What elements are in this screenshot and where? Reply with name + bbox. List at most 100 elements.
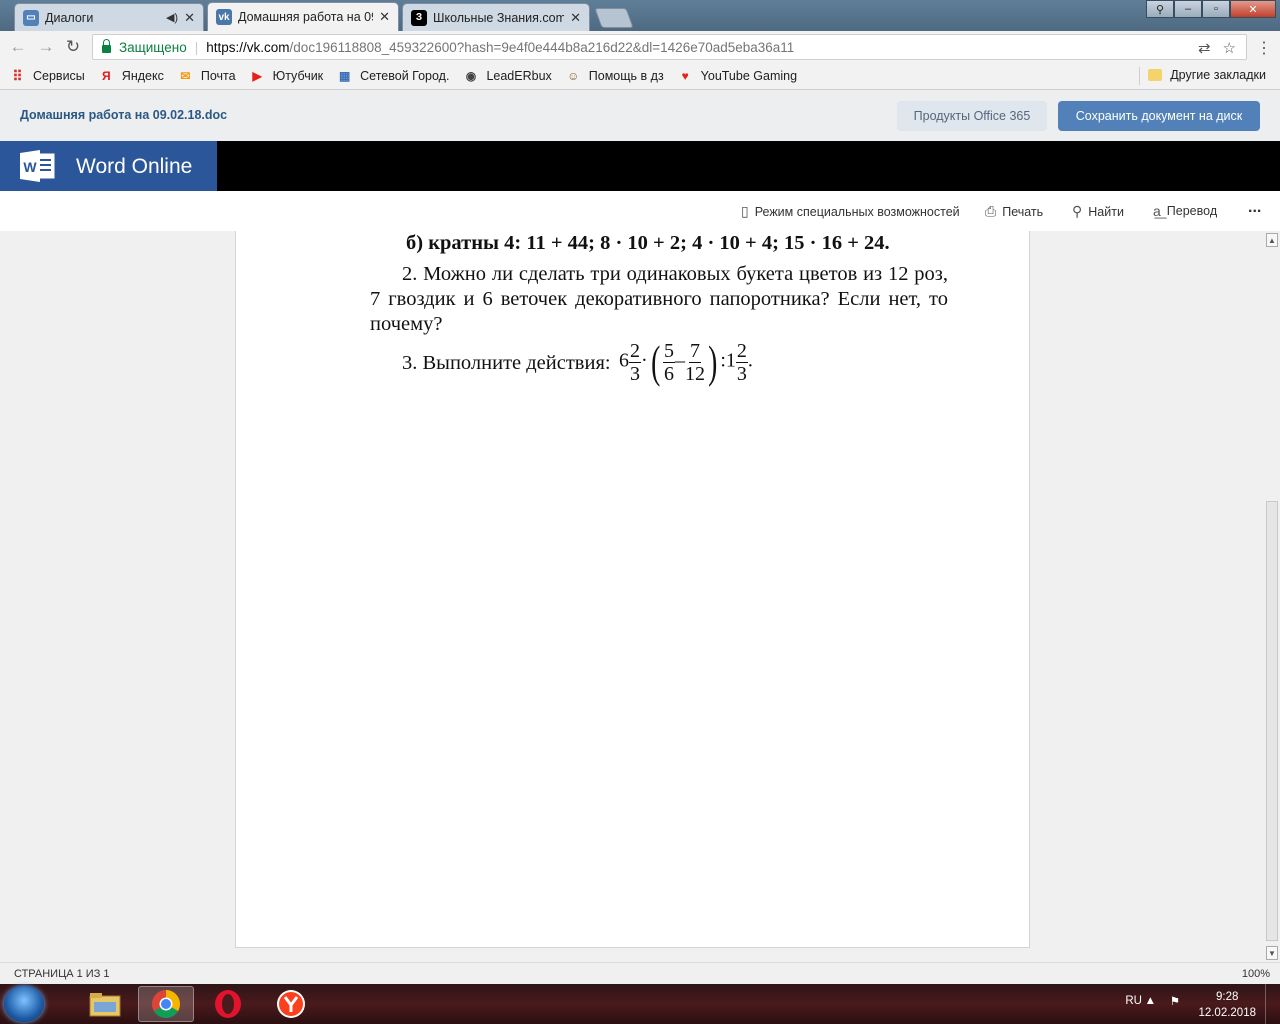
- maximize-button[interactable]: ▫: [1202, 0, 1230, 18]
- translate-page-icon[interactable]: ⇄: [1198, 39, 1211, 57]
- word-brand[interactable]: W Word Online: [0, 141, 217, 191]
- bookmark-services[interactable]: ⠿ Сервисы: [10, 68, 85, 84]
- znanija-icon: З: [411, 9, 427, 26]
- bookmark-leaderbux[interactable]: ◉ LeadERbux: [463, 69, 552, 84]
- secure-label: Защищено: [119, 39, 187, 55]
- start-button[interactable]: [4, 986, 44, 1022]
- close-window-button[interactable]: ✕: [1230, 0, 1276, 18]
- action-center-flag-icon[interactable]: ⚑: [1170, 994, 1180, 1008]
- tab-title: Домашняя работа на 09: [238, 10, 374, 24]
- command-label: Найти: [1088, 204, 1124, 219]
- print-button[interactable]: ⎙ Печать: [985, 203, 1043, 220]
- task-line-b: б) кратны 4: 11 + 44; 8 · 10 + 2; 4 · 10…: [406, 232, 890, 254]
- other-bookmarks-label: Другие закладки: [1170, 68, 1266, 82]
- formula-operator: –: [675, 349, 685, 372]
- formula-end: .: [747, 349, 753, 372]
- taskbar-explorer[interactable]: [77, 986, 133, 1022]
- taskbar-yandex-browser[interactable]: [263, 986, 319, 1022]
- save-to-disk-button[interactable]: Сохранить документ на диск: [1058, 101, 1260, 131]
- back-icon[interactable]: ←: [8, 37, 28, 57]
- windows-taskbar: RU ▲ ⚑ 9:28 12.02.2018: [0, 984, 1280, 1024]
- yandex-icon: Я: [101, 69, 111, 83]
- bookmark-mail[interactable]: ✉ Почта: [178, 69, 236, 84]
- scroll-down-arrow-icon[interactable]: ▼: [1266, 946, 1278, 960]
- reload-icon[interactable]: ↻: [63, 37, 83, 57]
- search-icon: ⚲: [1072, 203, 1083, 219]
- forward-icon[interactable]: →: [36, 37, 56, 57]
- new-tab-button[interactable]: [594, 8, 634, 28]
- chrome-icon: [152, 990, 180, 1018]
- word-status-bar: СТРАНИЦА 1 ИЗ 1 100%: [0, 962, 1280, 985]
- user-icon[interactable]: ⚲: [1146, 0, 1174, 18]
- tab-homework[interactable]: vk Домашняя работа на 09 ✕: [207, 2, 399, 31]
- word-logo-icon: W: [20, 150, 55, 182]
- chrome-menu-icon[interactable]: ⋮: [1256, 38, 1272, 58]
- command-label: Режим специальных возможностей: [754, 204, 960, 219]
- bookmark-label: Сетевой Город.: [360, 69, 450, 83]
- bookmark-help[interactable]: ☺ Помощь в дз: [566, 69, 664, 84]
- zoom-level[interactable]: 100%: [1242, 968, 1270, 980]
- office-365-button[interactable]: Продукты Office 365: [897, 101, 1047, 131]
- more-options-icon[interactable]: ...: [1248, 199, 1261, 217]
- bookmark-label: Сервисы: [33, 69, 85, 83]
- speaker-icon[interactable]: ◀): [166, 11, 178, 24]
- url-host: https://vk.com: [206, 39, 290, 55]
- other-bookmarks[interactable]: Другие закладки: [1148, 68, 1266, 82]
- tab-znanija[interactable]: З Школьные Знания.com ✕: [402, 3, 590, 31]
- bookmark-star-icon[interactable]: ☆: [1223, 39, 1236, 57]
- folder-icon: [1148, 69, 1163, 81]
- tray-arrow-icon[interactable]: ▲: [1145, 995, 1156, 1007]
- translate-button[interactable]: a͟ Перевод: [1153, 203, 1217, 219]
- formula-term: 6: [619, 349, 629, 372]
- fraction: 7 12: [685, 340, 705, 385]
- language-indicator[interactable]: RU: [1125, 995, 1142, 1007]
- bookmark-yandex[interactable]: Я Яндекс: [99, 69, 164, 84]
- folder-icon: [89, 993, 121, 1017]
- clock-time: 9:28: [1216, 991, 1239, 1003]
- scroll-thumb[interactable]: [1266, 501, 1278, 941]
- youtube-gaming-icon: ♥: [681, 69, 689, 83]
- bookmark-label: Помощь в дз: [588, 69, 664, 83]
- document-page: б) кратны 4: 11 + 44; 8 · 10 + 2; 4 · 10…: [235, 231, 1030, 948]
- tab-title: Диалоги: [45, 10, 94, 25]
- address-bar[interactable]: Защищено | https://vk.com/doc196118808_4…: [92, 34, 1247, 60]
- minimize-button[interactable]: –: [1174, 0, 1202, 18]
- close-icon[interactable]: ✕: [570, 10, 581, 26]
- formula-operator: ·: [641, 349, 648, 372]
- numerator: 5: [663, 339, 675, 363]
- scroll-up-arrow-icon[interactable]: ▲: [1266, 233, 1278, 247]
- accessibility-icon: ▯: [741, 203, 749, 219]
- browser-toolbar: ← → ↻ Защищено | https://vk.com/doc19611…: [0, 31, 1280, 64]
- show-desktop-button[interactable]: [1265, 984, 1280, 1024]
- left-paren: (: [650, 336, 660, 387]
- word-online-bar: W Word Online: [0, 141, 1280, 191]
- url-path: /doc196118808_459322600?hash=9e4f0e444b8…: [289, 39, 795, 55]
- fraction: 56: [663, 340, 675, 385]
- taskbar-opera[interactable]: [200, 986, 256, 1022]
- document-name: Домашняя работа на 09.02.18.doc: [20, 108, 228, 122]
- command-label: Печать: [1002, 204, 1044, 219]
- formula-operator: :1: [720, 349, 736, 372]
- taskbar-chrome[interactable]: [138, 986, 194, 1022]
- accessibility-mode-button[interactable]: ▯ Режим специальных возможностей: [741, 203, 960, 220]
- bookmark-network-city[interactable]: ▦ Сетевой Город.: [337, 69, 449, 84]
- url-text[interactable]: https://vk.com/doc196118808_459322600?ha…: [206, 40, 794, 55]
- browser-tab-strip: ▭ Диалоги ◀) ✕ vk Домашняя работа на 09 …: [0, 0, 1280, 31]
- bookmark-youtube[interactable]: ▶ Ютубчик: [250, 69, 323, 84]
- help-icon: ☺: [567, 69, 580, 83]
- vertical-scrollbar[interactable]: ▲ ▼: [1264, 231, 1280, 962]
- printer-icon: ⎙: [985, 203, 997, 219]
- leaderbux-icon: ◉: [465, 69, 477, 83]
- close-icon[interactable]: ✕: [184, 10, 195, 26]
- clock[interactable]: 9:28 12.02.2018: [1198, 989, 1256, 1021]
- tab-dialogs[interactable]: ▭ Диалоги ◀) ✕: [14, 3, 204, 31]
- numerator: 7: [689, 339, 701, 363]
- bookmarks-separator: [1139, 67, 1140, 85]
- find-button[interactable]: ⚲ Найти: [1072, 203, 1124, 220]
- denominator: 12: [685, 362, 705, 385]
- bookmark-youtube-gaming[interactable]: ♥ YouTube Gaming: [678, 69, 797, 84]
- bookmark-label: Почта: [200, 69, 236, 83]
- url-separator: |: [194, 39, 199, 55]
- page-indicator: СТРАНИЦА 1 ИЗ 1: [14, 968, 110, 980]
- close-icon[interactable]: ✕: [379, 9, 390, 25]
